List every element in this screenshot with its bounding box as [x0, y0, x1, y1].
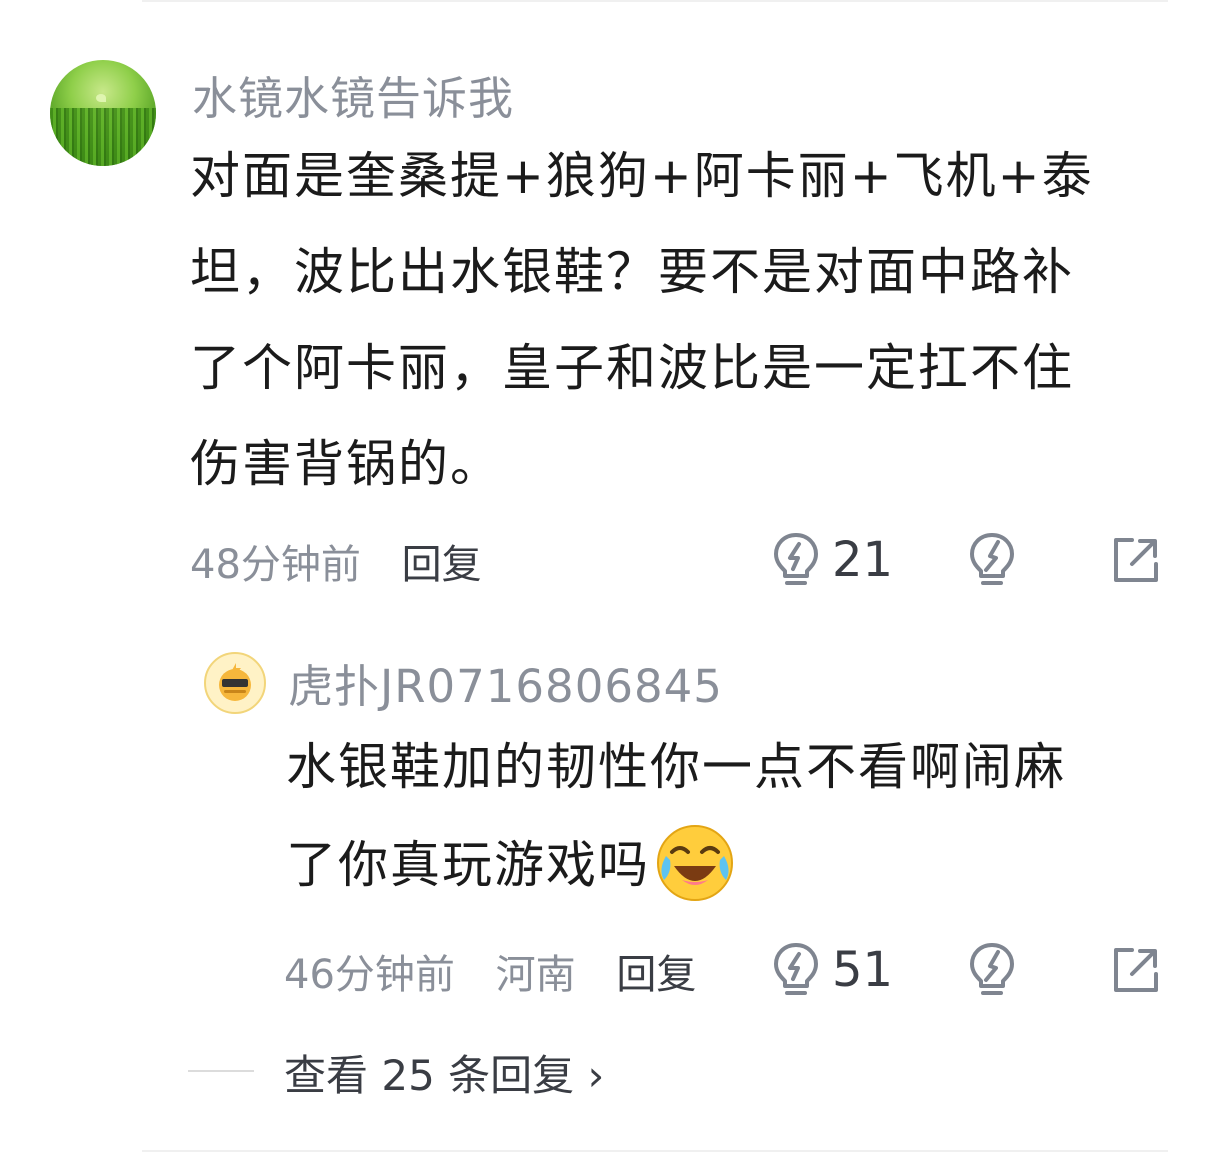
avatar[interactable] [50, 60, 156, 166]
reply-location: 河南 [495, 952, 576, 998]
reply-time: 46分钟前 [284, 952, 455, 998]
reply-avatar[interactable] [204, 652, 266, 714]
share-icon[interactable] [1112, 536, 1160, 584]
comment-line: 坦，波比出水银鞋？要不是对面中路补 [190, 243, 1074, 301]
bottom-divider [142, 1150, 1168, 1152]
reply-reply-button[interactable]: 回复 [616, 942, 696, 1000]
comment-line: 了个阿卡丽，皇子和波比是一定扛不住 [190, 339, 1074, 397]
lightbulb-dislike-icon[interactable] [968, 942, 1016, 998]
reply-line: 了你真玩游戏吗 [286, 836, 650, 894]
reply-line: 水银鞋加的韧性你一点不看啊闹麻 [286, 738, 1066, 796]
top-divider [142, 0, 1168, 2]
comment-like-count: 21 [832, 532, 894, 588]
view-more-replies-button[interactable]: 查看 25 条回复 › [284, 1042, 604, 1103]
comment-content: 对面是奎桑提+狼狗+阿卡丽+飞机+泰 坦，波比出水银鞋？要不是对面中路补 了个阿… [190, 128, 1190, 512]
comment-meta: 48分钟前 回复 [190, 532, 510, 590]
avatar-grass-image [50, 107, 156, 166]
hupu-avatar-icon [219, 663, 251, 701]
reply-line-2: 了你真玩游戏吗 [286, 816, 1186, 914]
comment-line: 对面是奎桑提+狼狗+阿卡丽+飞机+泰 [190, 147, 1094, 205]
reply-like-count: 51 [832, 942, 894, 998]
lightbulb-dislike-icon[interactable] [968, 532, 1016, 588]
comment-reply-button[interactable]: 回复 [402, 532, 482, 590]
comment-time: 48分钟前 [190, 542, 361, 588]
lightbulb-like-icon[interactable] [772, 532, 820, 588]
share-icon[interactable] [1112, 946, 1160, 994]
lightbulb-like-icon[interactable] [772, 942, 820, 998]
laughing-crying-emoji [657, 824, 733, 901]
avatar-sprout-image [96, 94, 106, 102]
comment-line: 伤害背锅的。 [190, 435, 502, 493]
reply-meta: 46分钟前 河南 回复 [284, 942, 724, 1000]
reply-content: 水银鞋加的韧性你一点不看啊闹麻 了你真玩游戏吗 [286, 718, 1186, 914]
reply-username[interactable]: 虎扑JR0716806845 [288, 650, 723, 715]
comment-username[interactable]: 水镜水镜告诉我 [192, 62, 514, 127]
view-more-line [188, 1070, 254, 1072]
